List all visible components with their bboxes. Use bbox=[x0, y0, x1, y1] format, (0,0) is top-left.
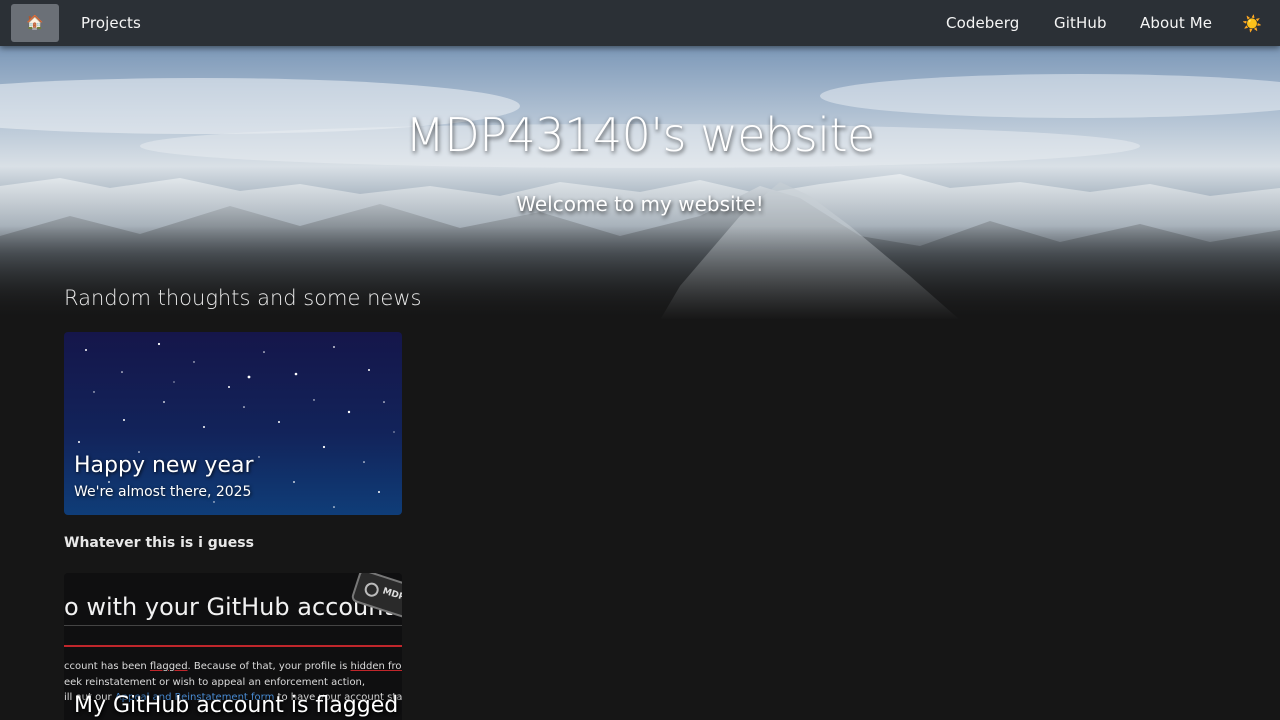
post-subtitle: We're almost there, 2025 bbox=[74, 484, 252, 500]
nav-link-github[interactable]: GitHub bbox=[1054, 0, 1107, 46]
divider-red bbox=[64, 645, 402, 647]
site-subtitle: Welcome to my website! bbox=[516, 192, 764, 216]
screenshot-text-line: eek reinstatement or wish to appeal an e… bbox=[64, 677, 366, 688]
theme-toggle-button[interactable]: ☀️ bbox=[1240, 11, 1264, 35]
post-card-happy-new-year[interactable]: Happy new year We're almost there, 2025 bbox=[64, 332, 402, 515]
home-button[interactable]: 🏠 bbox=[11, 4, 59, 42]
house-icon: 🏠 bbox=[26, 15, 44, 31]
post-title: Happy new year bbox=[74, 453, 254, 478]
top-navbar: 🏠 Projects Codeberg GitHub About Me ☀️ bbox=[0, 0, 1280, 46]
divider bbox=[64, 625, 402, 626]
nav-link-projects[interactable]: Projects bbox=[81, 0, 141, 46]
screenshot-heading: o with your GitHub account bbox=[64, 593, 393, 621]
nav-link-codeberg[interactable]: Codeberg bbox=[946, 0, 1019, 46]
nav-link-about-me[interactable]: About Me bbox=[1140, 0, 1212, 46]
screenshot-text-line: ccount has been flagged. Because of that… bbox=[64, 661, 402, 672]
mountain-landscape-image bbox=[0, 74, 1280, 320]
hero-banner: MDP43140's website Welcome to my website… bbox=[0, 46, 1280, 320]
site-title: MDP43140's website bbox=[405, 108, 875, 162]
news-section-heading: Random thoughts and some news bbox=[64, 286, 422, 310]
post-caption: Whatever this is i guess bbox=[64, 535, 254, 551]
post-title: My GitHub account is flagged bbox=[74, 693, 399, 718]
sun-icon: ☀️ bbox=[1242, 13, 1262, 33]
post-card-github-flagged[interactable]: o with your GitHub account ccount has be… bbox=[64, 573, 402, 720]
